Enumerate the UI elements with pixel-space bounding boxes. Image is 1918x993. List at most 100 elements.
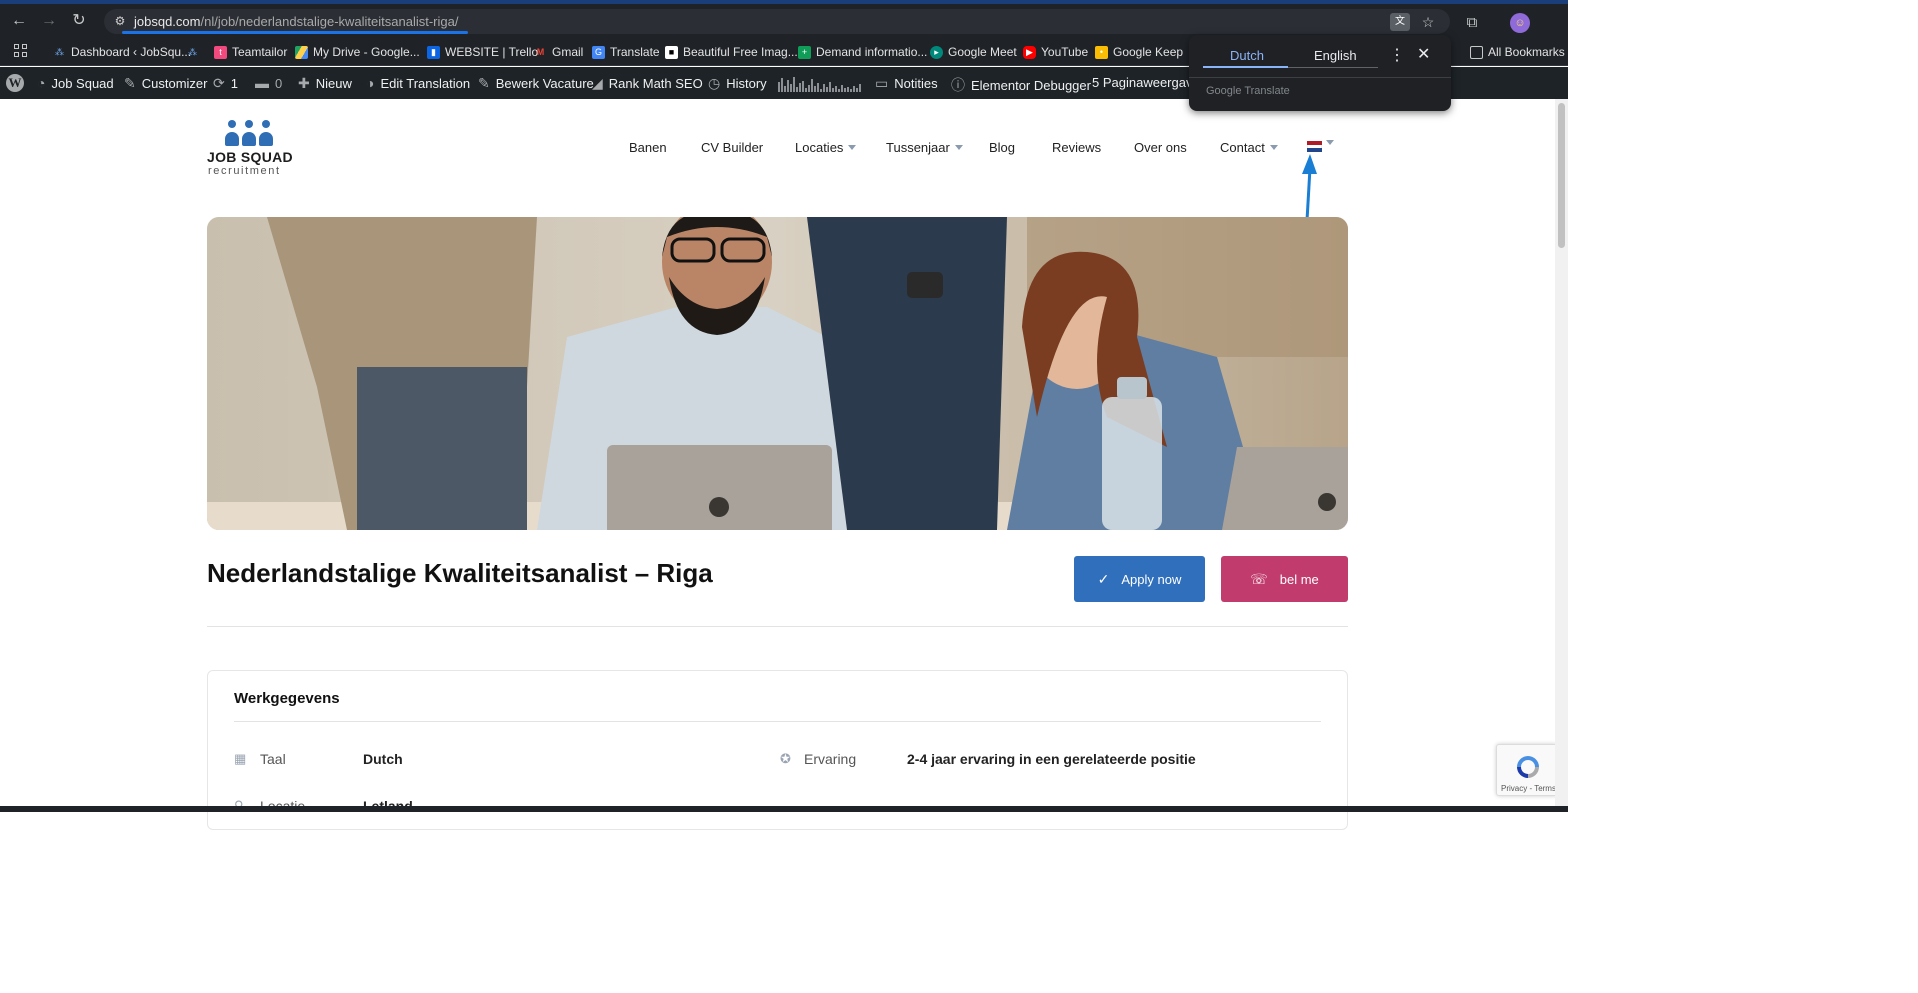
nav-tussenjaar[interactable]: Tussenjaar bbox=[886, 140, 963, 155]
browser-toolbar: ← → ↻ ⚙ jobsqd.com/nl/job/nederlandstali… bbox=[0, 0, 1568, 36]
translate-tab-dutch[interactable]: Dutch bbox=[1230, 48, 1264, 63]
bookmark-jobsquad[interactable]: ⁂ bbox=[186, 44, 199, 60]
bookmark-unsplash[interactable]: ■ Beautiful Free Imag... bbox=[665, 44, 798, 60]
google-translate-brand: Google Translate bbox=[1206, 85, 1290, 97]
forward-button[interactable]: → bbox=[38, 10, 60, 32]
jobsquad-icon: ⁂ bbox=[188, 46, 197, 57]
keep-icon: • bbox=[1095, 45, 1108, 59]
wordpress-logo-icon[interactable]: W bbox=[6, 74, 24, 92]
phone-icon: ☏ bbox=[1250, 570, 1268, 587]
translate-page-icon[interactable]: 文 bbox=[1390, 13, 1410, 31]
wp-elementor-debugger[interactable]: ⓘ Elementor Debugger bbox=[951, 75, 1091, 95]
detail-value-experience: 2-4 jaar ervaring in een gerelateerde po… bbox=[907, 751, 1196, 767]
bookmark-trello[interactable]: ▮ WEBSITE | Trello bbox=[427, 44, 538, 60]
plus-icon: ✚ bbox=[298, 75, 310, 91]
translate-tab-english[interactable]: English bbox=[1314, 48, 1357, 63]
translation-icon: ◑ bbox=[366, 75, 375, 91]
wp-edit-translation[interactable]: ◑ Edit Translation bbox=[366, 75, 470, 91]
bookmark-dashboard[interactable]: ⁂ Dashboard ‹ JobSqu... bbox=[53, 44, 191, 60]
bookmark-translate[interactable]: G Translate bbox=[592, 44, 660, 60]
popup-divider bbox=[1189, 77, 1451, 78]
page-scrollbar[interactable] bbox=[1555, 99, 1568, 812]
translate-icon: G bbox=[592, 45, 605, 59]
unsplash-icon: ■ bbox=[665, 45, 678, 59]
rank-math-icon: ◢ bbox=[592, 75, 603, 91]
window-bottom-edge bbox=[0, 806, 1568, 812]
call-me-button[interactable]: ☏ bel me bbox=[1221, 556, 1348, 602]
site-logo[interactable]: JOB SQUAD recruitment bbox=[207, 120, 297, 178]
extensions-icon[interactable]: ⧉ bbox=[1462, 13, 1482, 33]
info-icon: ⓘ bbox=[951, 77, 965, 93]
bookmark-youtube[interactable]: ▶ YouTube bbox=[1023, 44, 1088, 60]
call-me-label: bel me bbox=[1279, 571, 1319, 587]
recaptcha-badge[interactable]: Privacy - Terms bbox=[1496, 744, 1558, 796]
translate-popup: Dutch English ⋮ ✕ Google Translate bbox=[1189, 35, 1451, 111]
folder-icon bbox=[1470, 45, 1483, 59]
wp-rank-math[interactable]: ◢ Rank Math SEO bbox=[592, 75, 703, 92]
apply-now-button[interactable]: ✓ Apply now bbox=[1074, 556, 1205, 602]
wp-updates[interactable]: ⟳ 1 bbox=[213, 75, 238, 92]
building-icon: ▦ bbox=[234, 751, 247, 766]
chevron-down-icon bbox=[1269, 145, 1278, 150]
reload-button[interactable]: ↻ bbox=[68, 10, 90, 32]
stats-sparkline[interactable] bbox=[778, 76, 861, 92]
nav-cv-builder[interactable]: CV Builder bbox=[701, 140, 763, 155]
page-title: Nederlandstalige Kwaliteitsanalist – Rig… bbox=[207, 558, 713, 588]
bookmark-demand[interactable]: + Demand informatio... bbox=[798, 44, 927, 60]
nav-banen[interactable]: Banen bbox=[629, 140, 667, 155]
bookmark-gmail[interactable]: M Gmail bbox=[534, 44, 584, 60]
more-options-icon[interactable]: ⋮ bbox=[1389, 45, 1405, 65]
chevron-down-icon bbox=[954, 145, 963, 150]
nav-blog[interactable]: Blog bbox=[989, 140, 1015, 155]
wp-site-name[interactable]: ◔ Job Squad bbox=[37, 75, 114, 91]
detail-label-experience: Ervaring bbox=[804, 751, 857, 767]
detail-label-language: Taal bbox=[260, 751, 286, 767]
youtube-icon: ▶ bbox=[1023, 45, 1036, 59]
wp-new[interactable]: ✚ Nieuw bbox=[298, 75, 352, 92]
bookmark-star-icon[interactable]: ☆ bbox=[1418, 13, 1438, 31]
detail-value-language: Dutch bbox=[363, 751, 403, 767]
section-divider bbox=[207, 626, 1348, 627]
gmail-icon: M bbox=[536, 46, 545, 57]
address-bar[interactable]: ⚙ jobsqd.com/nl/job/nederlandstalige-kwa… bbox=[104, 9, 1450, 34]
tab-track bbox=[1288, 67, 1378, 68]
trello-icon: ▮ bbox=[427, 45, 440, 59]
nav-over-ons[interactable]: Over ons bbox=[1134, 140, 1187, 155]
chevron-down-icon bbox=[848, 145, 857, 150]
bookmark-drive[interactable]: My Drive - Google... bbox=[295, 44, 420, 60]
wp-comments[interactable]: ▬ 0 bbox=[255, 75, 282, 91]
all-bookmarks[interactable]: All Bookmarks bbox=[1470, 44, 1565, 60]
brush-icon: ✎ bbox=[124, 75, 136, 91]
meet-icon: ▸ bbox=[930, 45, 943, 59]
scrollbar-thumb[interactable] bbox=[1558, 103, 1565, 248]
recaptcha-icon bbox=[1517, 756, 1539, 778]
updates-icon: ⟳ bbox=[213, 75, 225, 91]
bookmark-teamtailor[interactable]: t Teamtailor bbox=[214, 44, 287, 60]
drive-icon bbox=[295, 45, 308, 59]
apps-grid-icon[interactable] bbox=[14, 44, 28, 58]
profile-avatar[interactable]: ☺ bbox=[1510, 13, 1530, 33]
language-switcher-caret[interactable] bbox=[1326, 140, 1334, 145]
wp-edit-vacancy[interactable]: ✎ Bewerk Vacature bbox=[478, 75, 594, 92]
recaptcha-links[interactable]: Privacy - Terms bbox=[1501, 784, 1556, 793]
check-circle-icon: ✓ bbox=[1097, 570, 1110, 587]
award-icon: ✪ bbox=[780, 751, 791, 766]
bookmark-keep[interactable]: • Google Keep bbox=[1095, 44, 1183, 60]
wp-history[interactable]: ◷ History bbox=[708, 75, 767, 92]
netherlands-flag-icon[interactable] bbox=[1307, 141, 1322, 152]
teamtailor-icon: t bbox=[214, 45, 227, 59]
nav-reviews[interactable]: Reviews bbox=[1052, 140, 1101, 155]
site-info-icon[interactable]: ⚙ bbox=[112, 13, 128, 29]
nav-contact[interactable]: Contact bbox=[1220, 140, 1278, 155]
wp-customizer[interactable]: ✎ Customizer bbox=[124, 75, 207, 92]
pencil-icon: ✎ bbox=[478, 75, 490, 91]
dashboard-gauge-icon: ◔ bbox=[37, 75, 46, 91]
bookmark-meet[interactable]: ▸ Google Meet bbox=[930, 44, 1017, 60]
history-icon: ◷ bbox=[708, 75, 721, 91]
url-text[interactable]: jobsqd.com/nl/job/nederlandstalige-kwali… bbox=[134, 14, 458, 29]
wp-notes[interactable]: ▭ Notities bbox=[875, 75, 938, 92]
nav-locaties[interactable]: Locaties bbox=[795, 140, 857, 155]
hero-photo bbox=[207, 217, 1348, 530]
close-icon[interactable]: ✕ bbox=[1417, 44, 1430, 64]
back-button[interactable]: ← bbox=[8, 10, 30, 32]
